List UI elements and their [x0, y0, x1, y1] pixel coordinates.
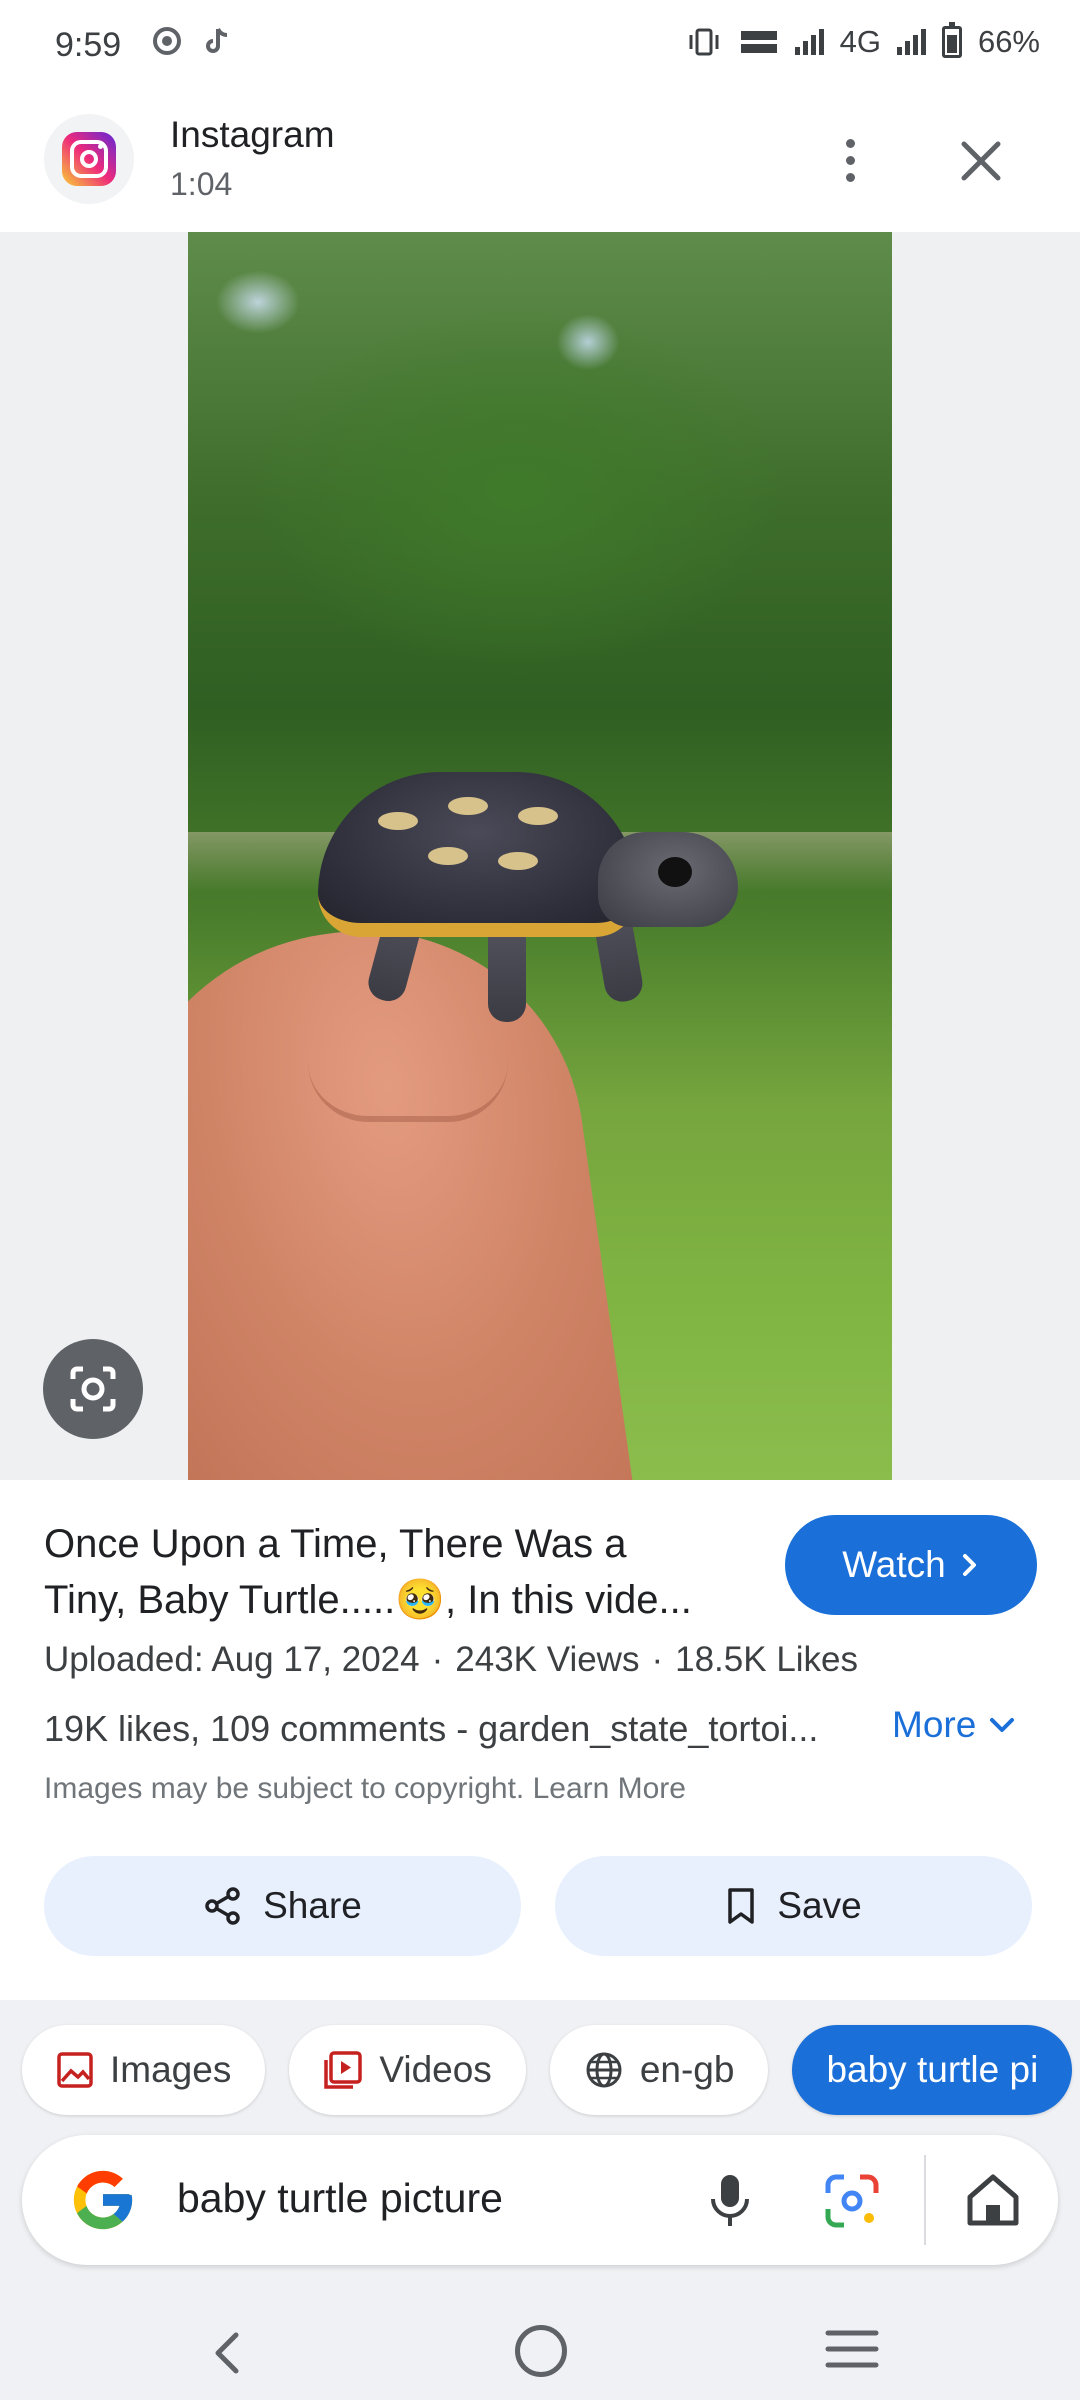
status-bar: 9:59 4G 66% [0, 0, 1080, 90]
recent-apps-icon[interactable] [824, 2327, 880, 2371]
save-label: Save [777, 1885, 862, 1926]
view-count: 243K Views [455, 1640, 640, 1679]
like-count: 18.5K Likes [675, 1640, 859, 1679]
status-system-icons: 4G 66% [685, 22, 1040, 60]
mic-icon[interactable] [700, 2169, 760, 2231]
chip-query[interactable]: baby turtle pi [792, 2025, 1073, 2115]
watch-label: Watch [842, 1544, 946, 1585]
source-header: Instagram 1:04 [0, 90, 1080, 232]
google-lens-icon[interactable] [43, 1339, 143, 1439]
tiktok-notification-icon [206, 28, 228, 53]
result-metadata: Uploaded: Aug 17, 2024 · 243K Views · 18.5K … [44, 1640, 858, 1680]
status-notification-icons [152, 26, 230, 56]
result-title-line2: Tiny, Baby Turtle.....🥹, In this vide... [44, 1578, 692, 1622]
result-description: 19K likes, 109 comments - garden_state_t… [44, 1708, 819, 1749]
system-nav-bar [0, 2305, 1080, 2400]
share-button[interactable]: Share [44, 1856, 521, 1956]
signal-icon [794, 29, 824, 55]
chip-videos[interactable]: Videos [289, 2025, 526, 2115]
instagram-icon[interactable] [44, 114, 134, 204]
upload-date: Uploaded: Aug 17, 2024 [44, 1640, 420, 1679]
watch-button[interactable]: Watch [785, 1515, 1037, 1615]
image-icon [57, 2052, 93, 2088]
battery-icon [941, 22, 962, 58]
copyright-notice[interactable]: Images may be subject to copyright. Lear… [44, 1772, 686, 1806]
bottom-search-area: Images Videos en-gb baby turtle pi baby … [0, 2000, 1080, 2400]
chip-videos-label: Videos [379, 2049, 492, 2090]
search-query[interactable]: baby turtle picture [177, 2175, 503, 2222]
battery-percent: 66% [977, 24, 1040, 59]
chrome-notification-icon [153, 27, 181, 55]
bookmark-icon [728, 1888, 755, 1924]
chip-images[interactable]: Images [22, 2025, 266, 2115]
image-preview-area [0, 232, 1080, 1480]
network-type: 4G [839, 24, 881, 59]
home-icon[interactable] [962, 2169, 1024, 2231]
chip-images-label: Images [110, 2049, 232, 2090]
google-lens-search-icon[interactable] [822, 2171, 882, 2231]
more-vert-icon[interactable] [820, 130, 880, 190]
share-label: Share [263, 1885, 362, 1926]
meta-separator: · [651, 1640, 664, 1679]
globe-icon [586, 2052, 622, 2088]
filter-chips: Images Videos en-gb baby turtle pi [22, 2025, 1073, 2115]
signal-icon-2 [896, 29, 926, 55]
more-label: More [892, 1704, 977, 1745]
search-divider [924, 2155, 926, 2245]
save-button[interactable]: Save [555, 1856, 1032, 1956]
source-name[interactable]: Instagram [170, 114, 335, 156]
meta-separator: · [431, 1640, 444, 1679]
chevron-right-icon [962, 1554, 976, 1576]
result-title-line1: Once Upon a Time, There Was a [44, 1522, 627, 1566]
more-link[interactable]: More [892, 1704, 1016, 1746]
result-image[interactable] [188, 232, 892, 1480]
chip-language-label: en-gb [639, 2049, 735, 2090]
video-duration: 1:04 [170, 166, 233, 202]
back-icon[interactable] [200, 2325, 256, 2381]
chip-language[interactable]: en-gb [549, 2025, 769, 2115]
share-icon [205, 1887, 240, 1925]
result-info-panel: Once Upon a Time, There Was a Tiny, Baby… [0, 1480, 1080, 2000]
close-icon[interactable] [950, 130, 1012, 192]
volte-icon [740, 31, 777, 53]
google-logo-icon [73, 2170, 133, 2230]
video-icon [324, 2051, 363, 2089]
home-nav-icon[interactable] [515, 2325, 567, 2377]
chevron-down-icon [990, 1718, 1015, 1732]
search-bar[interactable]: baby turtle picture [22, 2135, 1058, 2265]
chip-query-label: baby turtle pi [826, 2049, 1039, 2090]
status-time: 9:59 [55, 26, 122, 64]
vibrate-icon [689, 28, 719, 56]
result-title[interactable]: Once Upon a Time, There Was a Tiny, Baby… [44, 1516, 744, 1628]
